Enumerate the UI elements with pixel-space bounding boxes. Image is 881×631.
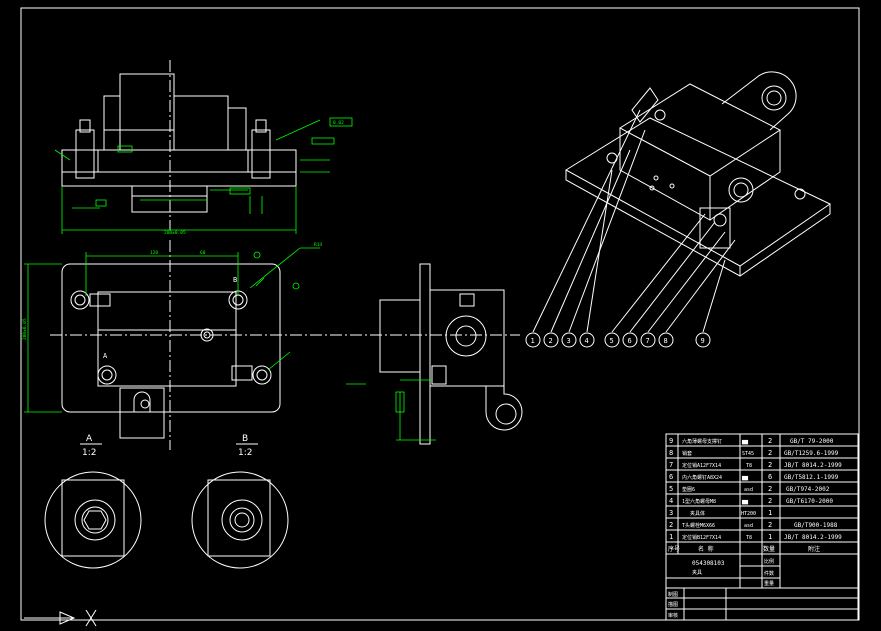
bom-row-8-qty: 2 xyxy=(768,521,772,529)
table-row: 3 夹具体 HT200 1 xyxy=(669,509,772,517)
bom-row-3-material: T8 xyxy=(746,463,752,469)
bom-row-9-std: JB/T 8014.2-1999 xyxy=(784,534,842,541)
bom-row-4-qty: 6 xyxy=(768,473,772,481)
bom-row-6-name: 1型六角螺母M8 xyxy=(682,498,716,505)
section-a-scale: 1:2 xyxy=(82,448,96,458)
bom-row-5-std: GB/T974-2002 xyxy=(786,486,830,493)
bom-row-5-qty: 2 xyxy=(768,485,772,493)
dim-60: 60 xyxy=(200,250,206,256)
bom-row-6-std: GB/T6170-2000 xyxy=(786,498,833,505)
bom-row-8-no: 2 xyxy=(669,521,673,529)
table-row: 2 T头螺栓M6X66 asd 2 GB/T900-1988 xyxy=(669,521,838,529)
side-view xyxy=(346,263,523,445)
dim-120: 120 xyxy=(150,250,158,256)
bom-row-3-qty: 2 xyxy=(768,461,772,469)
top-view: 120 60 R14 200±0.05 A B xyxy=(22,240,520,450)
label-weight: 重量 xyxy=(764,580,774,587)
bom-row-2-std: GB/T1259.6-1999 xyxy=(784,450,839,457)
bom-header-name: 名 称 xyxy=(698,545,714,553)
label-check: 审核 xyxy=(668,612,678,619)
bom-row-1-qty: 2 xyxy=(768,437,772,445)
dim-r14: R14 xyxy=(314,242,322,248)
section-b-label: B xyxy=(242,434,248,444)
bom-row-5-material: asd xyxy=(744,487,753,493)
table-row: 1 定位销B12F7X14 T8 1 JB/T 8014.2-1999 xyxy=(669,533,842,541)
section-a-label: A xyxy=(86,434,93,444)
drawing-frame xyxy=(20,7,860,621)
bom-row-7-qty: 1 xyxy=(768,509,772,517)
table-row: 7 定位销A12F7X14 T8 2 JB/T 8014.2-1999 xyxy=(669,461,842,469)
balloon-label-2: 2 xyxy=(549,337,553,345)
bom-row-7-name: 夹具体 xyxy=(690,510,705,517)
view-b-marker: B xyxy=(233,276,237,284)
drawing-sub: 夹具 xyxy=(692,569,702,576)
bom-row-4-material: ▆▆ xyxy=(741,475,749,481)
bom-text: 9 六角薄螺母支撑钉 ▆▆ 2 GB/T 79-2000 8 销套 ST45 2… xyxy=(668,437,842,619)
balloon-label-5: 5 xyxy=(610,337,614,345)
bom-row-4-no: 6 xyxy=(669,473,673,481)
bom-row-8-name: T头螺栓M6X66 xyxy=(682,522,715,529)
table-row: 4 1型六角螺母M8 ▆▆ 2 GB/T6170-2000 xyxy=(669,497,833,505)
label-pieces: 件数 xyxy=(764,570,774,577)
bom-header-no: 序号 xyxy=(668,545,680,553)
balloon-label-6: 6 xyxy=(628,337,632,345)
bom-row-9-material: T8 xyxy=(746,535,752,541)
section-b-scale: 1:2 xyxy=(238,448,252,458)
section-views: A 1:2 B 1:2 xyxy=(44,434,289,569)
bom-row-1-material: ▆▆ xyxy=(741,439,749,445)
bom-row-3-no: 7 xyxy=(669,461,673,469)
table-row: 5 垫圈6 asd 2 GB/T974-2002 xyxy=(669,485,830,493)
bom-row-1-std: GB/T 79-2000 xyxy=(790,438,834,445)
front-view: 280±0.05 0.02 xyxy=(54,60,353,236)
bom-row-6-qty: 2 xyxy=(768,497,772,505)
balloon-label-1: 1 xyxy=(531,337,535,345)
dim-tolerance: 0.02 xyxy=(333,120,344,126)
bom-row-7-no: 3 xyxy=(669,509,673,517)
bom-row-3-name: 定位销A12F7X14 xyxy=(682,462,721,469)
bom-row-2-material: ST45 xyxy=(742,451,754,457)
bom-row-6-material: ▆▆ xyxy=(741,499,749,505)
bom-row-6-no: 4 xyxy=(669,497,673,505)
bom-row-9-qty: 1 xyxy=(768,533,772,541)
bom-row-1-name: 六角薄螺母支撑钉 xyxy=(682,438,722,445)
leader-lines xyxy=(532,109,736,333)
bom-header-qty: 数量 xyxy=(763,545,775,553)
bom-row-5-name: 垫圈6 xyxy=(682,486,695,493)
bom-row-4-name: 内六角螺钉A8X24 xyxy=(682,474,722,481)
bom-row-5-no: 5 xyxy=(669,485,673,493)
table-row: 6 内六角螺钉A8X24 ▆▆ 6 GB/T5812.1-1999 xyxy=(669,473,839,481)
table-row: 9 六角薄螺母支撑钉 ▆▆ 2 GB/T 79-2000 xyxy=(669,437,834,445)
label-drawn: 制图 xyxy=(668,591,678,598)
bom-row-2-no: 8 xyxy=(669,449,673,457)
bom-row-3-std: JB/T 8014.2-1999 xyxy=(784,462,842,469)
balloon-label-8: 8 xyxy=(664,337,668,345)
table-row: 8 销套 ST45 2 GB/T1259.6-1999 xyxy=(669,449,839,457)
drawing-number: 054308103 xyxy=(692,560,725,567)
bom-row-8-std: GB/T900-1988 xyxy=(794,522,838,529)
bom-row-8-material: asd xyxy=(744,523,753,529)
bom-header-remark: 附注 xyxy=(808,545,820,553)
balloon-label-3: 3 xyxy=(567,337,571,345)
balloon-label-9: 9 xyxy=(701,337,705,345)
bom-row-1-no: 9 xyxy=(669,437,673,445)
bom-row-7-material: HT200 xyxy=(741,511,756,517)
bom-row-9-name: 定位销B12F7X14 xyxy=(682,534,721,541)
label-scale: 比例 xyxy=(764,558,774,565)
dim-200: 200±0.05 xyxy=(22,318,28,340)
ucs-icon xyxy=(24,609,97,627)
balloon-group: 1 2 3 4 5 6 7 8 9 xyxy=(525,332,711,348)
label-design: 描图 xyxy=(668,601,678,608)
dim-280: 280±0.05 xyxy=(164,230,186,236)
isometric-view xyxy=(565,71,831,277)
view-a-marker: A xyxy=(103,352,108,360)
cad-drawing-canvas: 280±0.05 0.02 120 60 R14 200±0.05 A B A … xyxy=(20,7,860,627)
balloon-label-7: 7 xyxy=(646,337,650,345)
bom-row-2-qty: 2 xyxy=(768,449,772,457)
balloon-label-4: 4 xyxy=(585,337,589,345)
bom-row-2-name: 销套 xyxy=(682,450,692,457)
bom-row-9-no: 1 xyxy=(669,533,673,541)
bom-row-4-std: GB/T5812.1-1999 xyxy=(784,474,839,481)
